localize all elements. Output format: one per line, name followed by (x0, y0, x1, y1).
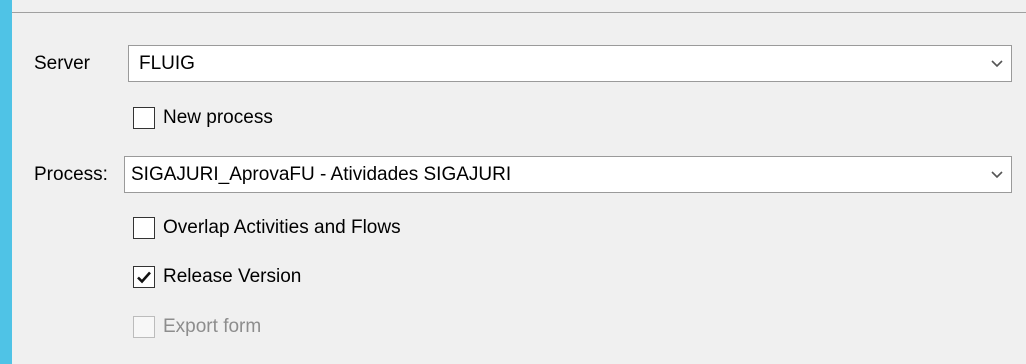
top-divider (12, 12, 1026, 13)
new-process-label: New process (163, 107, 273, 128)
deploy-settings-panel: Server FLUIG New process Process: SIGAJU… (0, 0, 1026, 364)
checkmark-icon (137, 271, 151, 284)
overlap-activities-label: Overlap Activities and Flows (163, 217, 401, 238)
chevron-down-icon (983, 46, 1011, 81)
release-version-checkbox[interactable]: Release Version (133, 265, 301, 289)
export-form-checkbox-box (133, 316, 155, 338)
process-row: Process: (34, 157, 108, 193)
new-process-checkbox[interactable]: New process (133, 106, 273, 130)
server-row: Server (34, 46, 90, 82)
release-version-checkbox-box[interactable] (133, 266, 155, 288)
process-label: Process: (34, 164, 108, 185)
server-select[interactable]: FLUIG (128, 45, 1012, 82)
process-select[interactable]: SIGAJURI_AprovaFU - Atividades SIGAJURI (124, 156, 1012, 193)
chevron-down-icon (983, 157, 1011, 192)
overlap-activities-checkbox-box[interactable] (133, 217, 155, 239)
accent-bar (0, 0, 12, 364)
server-select-value: FLUIG (139, 52, 195, 74)
server-label: Server (34, 53, 90, 74)
release-version-label: Release Version (163, 266, 302, 287)
export-form-checkbox: Export form (133, 315, 261, 339)
process-select-value: SIGAJURI_AprovaFU - Atividades SIGAJURI (131, 163, 512, 185)
export-form-label: Export form (163, 316, 262, 337)
overlap-activities-checkbox[interactable]: Overlap Activities and Flows (133, 216, 401, 240)
new-process-checkbox-box[interactable] (133, 107, 155, 129)
